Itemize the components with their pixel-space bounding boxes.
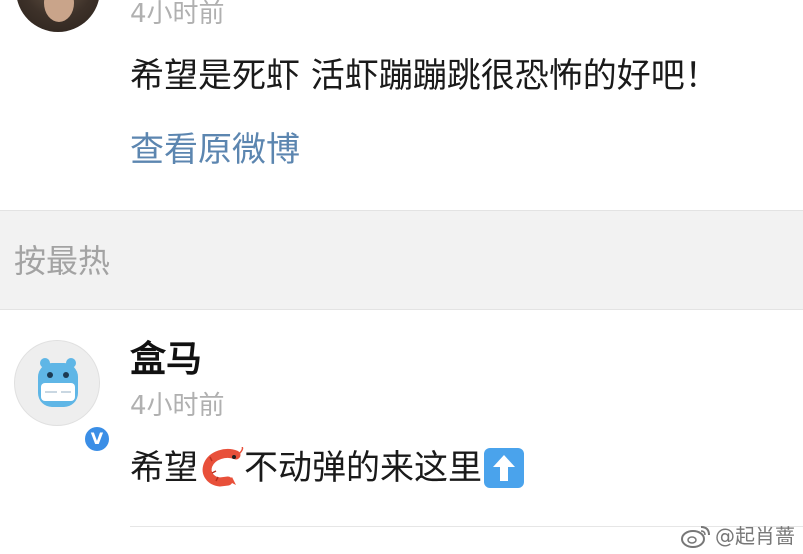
avatar[interactable] [16,0,100,32]
view-original-link[interactable]: 查看原微博 [130,126,300,174]
weibo-watermark: @起肖蔷 [681,522,795,550]
sort-bar: 按最热 [0,210,803,310]
avatar-face [44,0,74,22]
comment-text: 希望是死虾 活虾蹦蹦跳很恐怖的好吧！ [130,56,719,96]
sort-by-hot-button[interactable]: 按最热 [14,241,110,281]
comment-text: 希望 不动弹的来这里 [130,444,524,492]
comment-time: 4小时前 [130,391,225,421]
watermark-text: @起肖蔷 [715,524,795,548]
comment-text-part1: 希望 [130,448,198,488]
comment-card: V 盒马 4小时前 希望 不动弹的来这里 [0,310,803,554]
avatar[interactable]: V [14,340,111,453]
comment-time: 4小时前 [130,0,225,29]
author-name[interactable]: 盒马 [130,338,202,382]
shrimp-emoji-icon [202,447,244,487]
verified-badge-icon: V [83,425,111,453]
up-arrow-emoji-icon [484,448,524,488]
comment-card-top: 4小时前 希望是死虾 活虾蹦蹦跳很恐怖的好吧！ 查看原微博 [0,0,803,210]
weibo-logo-icon [681,526,710,548]
comment-text-part2: 不动弹的来这里 [244,448,482,488]
hippo-logo-icon [38,358,78,407]
